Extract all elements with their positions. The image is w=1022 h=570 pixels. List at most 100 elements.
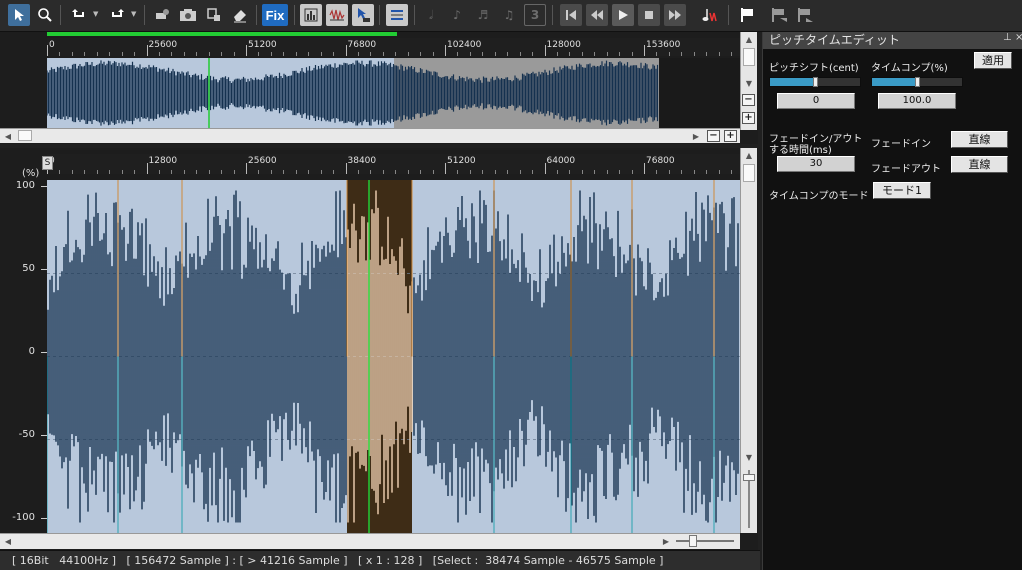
pitch-shift-slider[interactable] bbox=[769, 77, 861, 87]
fade-time-value[interactable]: 30 bbox=[777, 156, 855, 172]
scroll-left-icon[interactable]: ◀ bbox=[0, 534, 16, 548]
fade-in-button[interactable]: 直線 bbox=[951, 131, 1008, 148]
main-vscrollbar[interactable]: ▲ ▼ bbox=[740, 148, 757, 533]
zoom-in-h-icon[interactable]: + bbox=[724, 130, 737, 142]
y-axis-label: 0 bbox=[28, 346, 35, 357]
scroll-down-icon[interactable]: ▼ bbox=[741, 76, 757, 91]
ruler-label: 76800 bbox=[347, 40, 377, 50]
fade-time-label-2: する時間(ms) bbox=[769, 145, 832, 156]
pitch-time-edit-panel: ピッチタイムエディット ⊥ × ピッチシフト(cent) タイムコンプ(%) 適… bbox=[762, 32, 1022, 570]
flag-prev-icon[interactable] bbox=[768, 4, 790, 26]
ruler-label: 64000 bbox=[546, 156, 576, 166]
toolbar: ▼ ▼ Fix 𝅗𝅥 ♪ ♬ ♫ 3 bbox=[0, 0, 1022, 32]
panel-title: ピッチタイムエディット bbox=[763, 32, 1022, 49]
overview-ruler: 0 25600 51200 76800 102400 128000 153600 bbox=[47, 38, 740, 56]
overview-hscrollbar[interactable]: ◀ ▶ − + bbox=[0, 128, 740, 143]
scroll-left-icon[interactable]: ◀ bbox=[0, 129, 16, 143]
hzoom-slider-knob[interactable] bbox=[689, 535, 697, 547]
level-icon[interactable] bbox=[386, 4, 408, 26]
scroll-thumb[interactable] bbox=[18, 130, 32, 141]
scroll-up-icon[interactable]: ▲ bbox=[741, 32, 757, 47]
stamp-icon[interactable] bbox=[203, 4, 225, 26]
eraser-icon[interactable] bbox=[229, 4, 251, 26]
status-bar: [ 16Bit 44100Hz ] [ 156472 Sample ] : [ … bbox=[0, 550, 760, 570]
ruler-label: 51200 bbox=[248, 40, 277, 50]
note-eighth-icon[interactable]: ♪ bbox=[446, 4, 468, 26]
zoom-out-h-icon[interactable]: − bbox=[707, 130, 720, 142]
triplet-icon[interactable]: 3 bbox=[524, 4, 546, 26]
rewind-icon[interactable] bbox=[586, 4, 608, 26]
ruler-label: 25600 bbox=[148, 40, 178, 50]
apply-button[interactable]: 適用 bbox=[974, 52, 1012, 69]
note-sixteenth-icon[interactable]: ♬ bbox=[472, 4, 494, 26]
flag-next-icon[interactable] bbox=[794, 4, 816, 26]
pitch-shift-slider-knob[interactable] bbox=[813, 77, 818, 87]
y-axis-label: 50 bbox=[22, 263, 35, 274]
spectrum-icon[interactable] bbox=[300, 4, 322, 26]
note-whole-icon[interactable]: 𝅗𝅥 bbox=[420, 4, 442, 26]
ruler-label: 12800 bbox=[148, 156, 178, 166]
main-waveform[interactable] bbox=[47, 180, 740, 533]
fade-out-label: フェードアウト bbox=[871, 164, 941, 175]
main-ruler: 0128002560038400512006400076800 bbox=[47, 154, 740, 174]
mode-button[interactable]: モード1 bbox=[873, 182, 931, 199]
main-hscrollbar[interactable]: ◀ ▶ bbox=[0, 533, 740, 549]
pin-icon[interactable]: ⊥ bbox=[1003, 32, 1012, 43]
y-axis: 100 50 0 -50 -100 bbox=[0, 176, 47, 536]
ruler-label: 153600 bbox=[646, 40, 681, 50]
overview-waveform[interactable] bbox=[47, 58, 740, 128]
start-marker[interactable]: S bbox=[42, 156, 53, 170]
time-comp-value[interactable]: 100.0 bbox=[878, 93, 956, 109]
cursor-select-icon[interactable] bbox=[8, 4, 30, 26]
pipette-icon[interactable] bbox=[151, 4, 173, 26]
scroll-thumb[interactable] bbox=[743, 48, 755, 66]
time-comp-mode-label: タイムコンプのモード bbox=[769, 191, 869, 202]
stop-icon[interactable] bbox=[638, 4, 660, 26]
ruler-label: 128000 bbox=[546, 40, 581, 50]
scroll-down-icon[interactable]: ▼ bbox=[741, 450, 757, 465]
flag-icon[interactable] bbox=[736, 4, 758, 26]
pitch-shift-slider-fill bbox=[770, 78, 815, 86]
main-editor: 0128002560038400512006400076800 S (%) 10… bbox=[0, 148, 758, 550]
hzoom-slider-track[interactable] bbox=[676, 540, 734, 542]
cursor-region-icon[interactable] bbox=[352, 4, 374, 26]
scroll-right-icon[interactable]: ▶ bbox=[658, 534, 674, 548]
ruler-label: 102400 bbox=[447, 40, 482, 50]
y-axis-label: 100 bbox=[15, 180, 35, 191]
time-comp-slider-fill bbox=[872, 78, 917, 86]
redo-icon[interactable] bbox=[106, 4, 128, 26]
y-axis-label: -100 bbox=[12, 512, 35, 523]
time-comp-slider[interactable] bbox=[871, 77, 963, 87]
waveform-icon[interactable] bbox=[326, 4, 348, 26]
metronome-icon[interactable] bbox=[698, 4, 720, 26]
fade-in-label: フェードイン bbox=[871, 139, 931, 150]
ruler-label: 0 bbox=[49, 40, 55, 50]
app-window: ▼ ▼ Fix 𝅗𝅥 ♪ ♬ ♫ 3 0 25600 51200 76800 1… bbox=[0, 0, 1022, 570]
scroll-right-icon[interactable]: ▶ bbox=[688, 129, 704, 143]
time-comp-slider-knob[interactable] bbox=[915, 77, 920, 87]
zoom-in-v-icon[interactable]: + bbox=[742, 112, 755, 124]
overview-pane: 0 25600 51200 76800 102400 128000 153600 ▲ ▼ −… bbox=[0, 32, 758, 144]
zoom-out-v-icon[interactable]: − bbox=[742, 94, 755, 106]
vzoom-slider-knob[interactable] bbox=[743, 474, 755, 481]
undo-icon[interactable] bbox=[68, 4, 90, 26]
pitch-shift-label: ピッチシフト(cent) bbox=[769, 63, 859, 74]
camera-icon[interactable] bbox=[177, 4, 199, 26]
go-start-icon[interactable] bbox=[560, 4, 582, 26]
overview-progress-bar bbox=[47, 32, 397, 36]
scroll-thumb[interactable] bbox=[743, 164, 755, 182]
pitch-shift-value[interactable]: 0 bbox=[777, 93, 855, 109]
time-comp-label: タイムコンプ(%) bbox=[871, 63, 948, 74]
fix-icon[interactable]: Fix bbox=[262, 4, 288, 26]
scroll-up-icon[interactable]: ▲ bbox=[741, 148, 757, 163]
note-thirtysecond-icon[interactable]: ♫ bbox=[498, 4, 520, 26]
fast-forward-icon[interactable] bbox=[664, 4, 686, 26]
close-icon[interactable]: × bbox=[1015, 32, 1022, 43]
ruler-label: 25600 bbox=[248, 156, 277, 166]
play-icon[interactable] bbox=[612, 4, 634, 26]
fade-out-button[interactable]: 直線 bbox=[951, 156, 1008, 173]
overview-vscrollbar[interactable]: ▲ ▼ − + bbox=[740, 32, 757, 130]
ruler-label: 38400 bbox=[347, 156, 377, 166]
zoom-icon[interactable] bbox=[34, 4, 56, 26]
ruler-label: 51200 bbox=[447, 156, 476, 166]
